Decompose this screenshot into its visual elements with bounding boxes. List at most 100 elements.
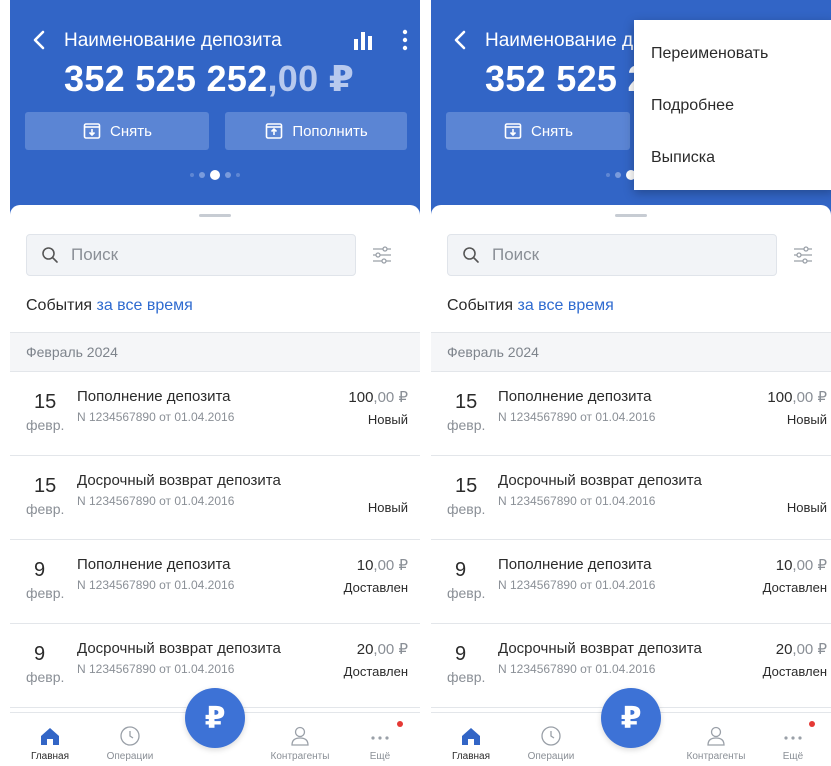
search-icon — [463, 247, 479, 263]
tx-amount-main: 10 — [356, 557, 374, 574]
tx-status: Доставлен — [762, 664, 827, 679]
deposit-amount: 352 525 2 — [485, 58, 648, 99]
tx-title: Пополнение депозита — [77, 556, 231, 573]
tx-amount-cents: ,00 ₽ — [792, 641, 827, 658]
tx-doc: N 1234567890 от 01.04.2016 — [77, 410, 235, 424]
tx-month: февр. — [447, 669, 486, 685]
more-vertical-icon[interactable] — [398, 28, 412, 52]
search-box[interactable] — [26, 234, 356, 276]
home-icon — [462, 728, 480, 745]
amount-cents: ,00 ₽ — [267, 58, 355, 99]
withdraw-label: Снять — [110, 122, 152, 140]
tx-amount-cents: ,00 ₽ — [792, 557, 827, 574]
tx-month: февр. — [26, 585, 65, 601]
tab-home[interactable]: Главная — [10, 725, 90, 762]
carousel-dot — [225, 172, 231, 178]
tx-amount: 10,00 ₽ — [357, 556, 408, 574]
deposit-title: Наименование деп — [485, 30, 654, 51]
pay-button[interactable]: ₽ — [601, 688, 661, 748]
tx-status: Доставлен — [343, 664, 408, 679]
tx-amount-main: 100 — [767, 389, 793, 406]
tx-amount: 100,00 ₽ — [767, 388, 827, 406]
transaction-row[interactable]: 9 февр. Пополнение депозита N 1234567890… — [431, 540, 831, 624]
tx-amount-main: 100 — [348, 389, 374, 406]
carousel-dot — [199, 172, 205, 178]
tx-amount: 20,00 ₽ — [776, 640, 827, 658]
menu-item-details[interactable]: Подробнее — [634, 80, 831, 132]
search-box[interactable] — [447, 234, 777, 276]
sheet-drag-handle[interactable] — [615, 214, 647, 217]
tx-month: февр. — [26, 417, 65, 433]
tx-doc: N 1234567890 от 01.04.2016 — [498, 578, 656, 592]
tx-month: февр. — [447, 501, 486, 517]
carousel-dot — [615, 172, 621, 178]
tx-month: февр. — [447, 585, 486, 601]
topup-icon — [266, 123, 283, 139]
tab-more[interactable]: Ещё — [753, 725, 831, 762]
events-label: События — [447, 297, 514, 314]
tab-home-label: Главная — [30, 751, 70, 762]
notification-dot — [397, 721, 403, 727]
deposit-title: Наименование депозита — [64, 30, 282, 51]
tab-home-label: Главная — [451, 751, 491, 762]
deposit-amount: 352 525 252,00 ₽ — [64, 58, 354, 100]
tx-amount-main: 10 — [775, 557, 793, 574]
tx-title: Досрочный возврат депозита — [498, 472, 702, 489]
tx-status: Новый — [786, 412, 827, 427]
tab-contacts[interactable]: Контрагенты — [260, 725, 340, 762]
withdraw-icon — [504, 123, 522, 139]
events-period-link[interactable]: за все время — [518, 297, 614, 314]
tab-contacts[interactable]: Контрагенты — [676, 725, 756, 762]
bottom-tabbar: Главная Операции ₽ Контрагенты Ещё — [10, 688, 420, 766]
sheet-drag-handle[interactable] — [199, 214, 231, 217]
back-arrow-icon[interactable] — [449, 28, 473, 52]
topup-button[interactable]: Пополнить — [225, 112, 407, 150]
tx-title: Досрочный возврат депозита — [77, 640, 281, 657]
tab-operations[interactable]: Операции — [511, 725, 591, 762]
transaction-row[interactable]: 15 февр. Пополнение депозита N 123456789… — [10, 372, 420, 456]
tx-title: Пополнение депозита — [77, 388, 231, 405]
menu-item-rename[interactable]: Переименовать — [634, 28, 831, 80]
tab-home[interactable]: Главная — [431, 725, 511, 762]
chart-icon[interactable] — [352, 30, 374, 50]
transaction-row[interactable]: 9 февр. Пополнение депозита N 1234567890… — [10, 540, 420, 624]
transaction-row[interactable]: 15 февр. Досрочный возврат депозита N 12… — [10, 456, 420, 540]
events-period-link[interactable]: за все время — [97, 297, 193, 314]
search-input[interactable] — [71, 245, 331, 265]
tx-amount-cents: ,00 ₽ — [373, 641, 408, 658]
tx-doc: N 1234567890 от 01.04.2016 — [498, 662, 656, 676]
tx-doc: N 1234567890 от 01.04.2016 — [77, 578, 235, 592]
notification-dot — [809, 721, 815, 727]
topup-label: Пополнить — [292, 122, 368, 140]
tab-operations[interactable]: Операции — [90, 725, 170, 762]
filter-icon[interactable] — [793, 246, 813, 264]
filter-icon[interactable] — [372, 246, 392, 264]
back-arrow-icon[interactable] — [28, 28, 52, 52]
menu-item-statement[interactable]: Выписка — [634, 132, 831, 184]
pay-button[interactable]: ₽ — [185, 688, 245, 748]
tx-doc: N 1234567890 от 01.04.2016 — [498, 494, 656, 508]
events-heading: События за все время — [447, 297, 614, 315]
events-heading: События за все время — [26, 297, 193, 315]
transaction-row[interactable]: 15 февр. Пополнение депозита N 123456789… — [431, 372, 831, 456]
tx-month: февр. — [26, 501, 65, 517]
tx-title: Досрочный возврат депозита — [498, 640, 702, 657]
tx-title: Досрочный возврат депозита — [77, 472, 281, 489]
withdraw-button[interactable]: Снять — [446, 112, 630, 150]
person-icon — [707, 726, 725, 746]
tx-status: Доставлен — [762, 580, 827, 595]
tx-amount-cents: ,00 ₽ — [373, 389, 408, 406]
search-input[interactable] — [492, 245, 752, 265]
clock-icon — [120, 726, 140, 746]
tab-more[interactable]: Ещё — [340, 725, 420, 762]
withdraw-button[interactable]: Снять — [25, 112, 209, 150]
tx-amount: 20,00 ₽ — [357, 640, 408, 658]
deposit-header: Наименование депозита 352 525 252,00 ₽ С… — [10, 0, 420, 232]
tab-more-label: Ещё — [782, 751, 804, 762]
tx-title: Пополнение депозита — [498, 388, 652, 405]
transaction-row[interactable]: 15 февр. Досрочный возврат депозита N 12… — [431, 456, 831, 540]
tx-status: Новый — [786, 500, 827, 515]
tx-amount: 100,00 ₽ — [348, 388, 408, 406]
tx-status: Новый — [367, 412, 408, 427]
withdraw-icon — [83, 123, 101, 139]
